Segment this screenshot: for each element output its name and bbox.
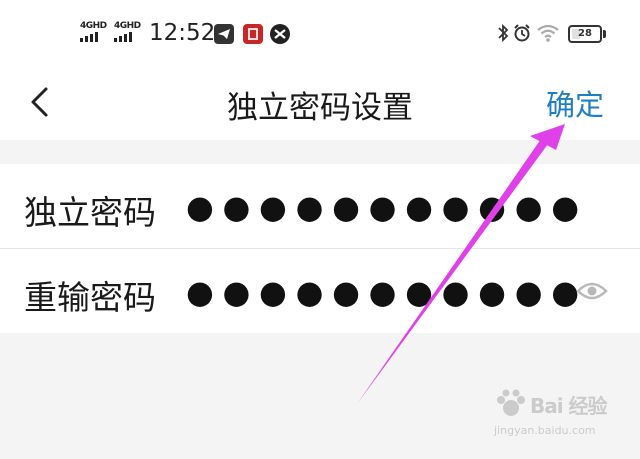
annotation-arrow — [357, 124, 565, 404]
